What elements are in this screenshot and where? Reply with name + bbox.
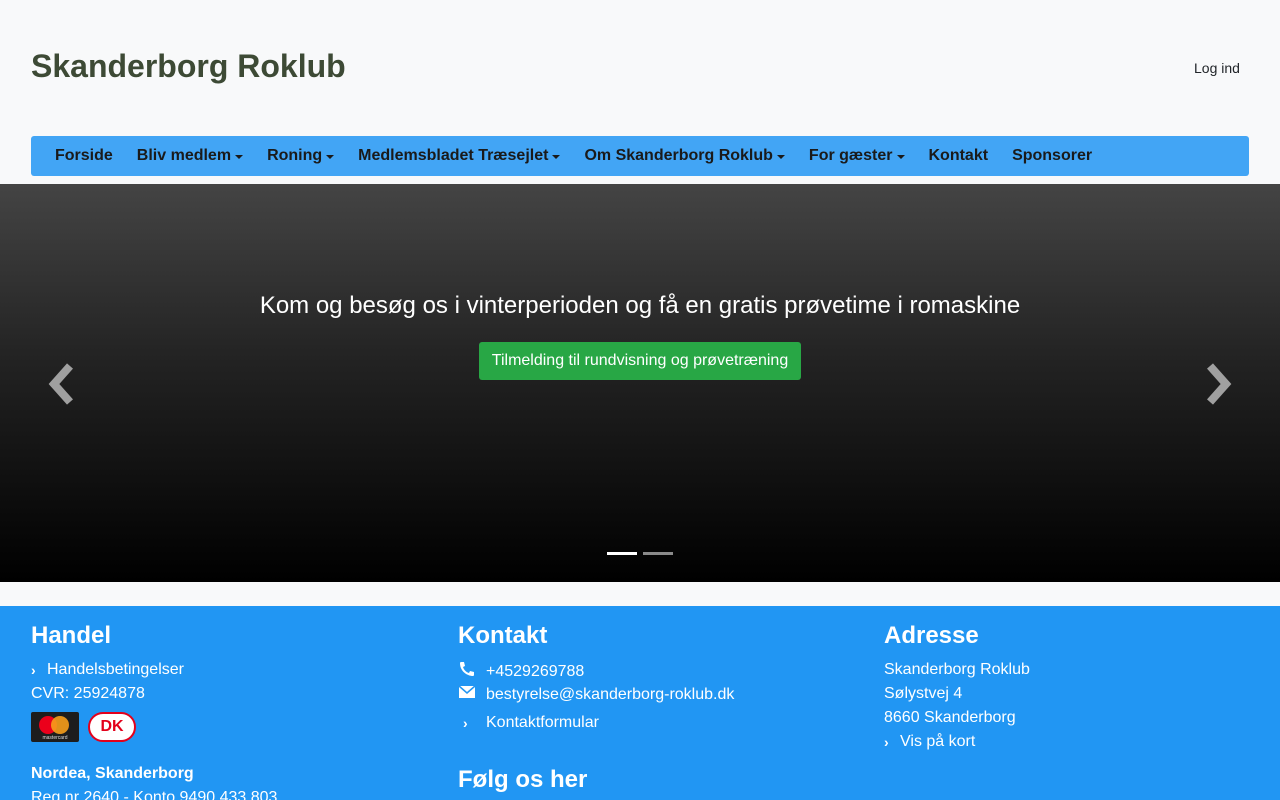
contact-form-link[interactable]: › Kontaktformular [458, 714, 599, 732]
hero-carousel: Kom og besøg os i vinterperioden og få e… [0, 184, 1280, 582]
nav-item-bliv-medlem[interactable]: Bliv medlem [125, 147, 255, 165]
nav-item-om-roklub[interactable]: Om Skanderborg Roklub [572, 147, 796, 165]
caret-down-icon [552, 155, 561, 159]
contact-form-label: Kontaktformular [486, 714, 599, 731]
nav-item-label: Forside [55, 147, 113, 164]
bank-name: Nordea, Skanderborg [31, 765, 194, 782]
nav-item-label: Sponsorer [1012, 147, 1093, 164]
footer-heading-adresse: Adresse [884, 622, 979, 649]
phone-number: +4529269788 [486, 662, 585, 680]
nav-item-label: For gæster [808, 147, 893, 164]
caret-down-icon [326, 155, 335, 159]
site-title[interactable]: Skanderborg Roklub [31, 48, 346, 85]
caret-down-icon [896, 155, 905, 159]
address-city: 8660 Skanderborg [884, 709, 1016, 726]
chevron-right-icon: › [31, 662, 36, 678]
nav-item-medlemsbladet[interactable]: Medlemsbladet Træsejlet [346, 147, 572, 165]
email-address: bestyrelse@skanderborg-roklub.dk [486, 685, 735, 703]
nav-item-label: Medlemsbladet Træsejlet [358, 147, 549, 164]
nav-item-label: Roning [267, 147, 323, 164]
footer-heading-handel: Handel [31, 622, 112, 649]
caret-down-icon [235, 155, 244, 159]
nav-item-sponsorer[interactable]: Sponsorer [1000, 147, 1104, 165]
main-navbar: Forside Bliv medlem Roning Medlemsbladet… [31, 136, 1249, 176]
map-link-label: Vis på kort [900, 733, 976, 750]
carousel-indicator-2[interactable] [643, 552, 673, 555]
site-footer: Handel › Handelsbetingelser CVR: 2592487… [0, 606, 1280, 800]
chevron-left-icon[interactable] [44, 362, 84, 406]
carousel-indicator-1[interactable] [607, 552, 637, 555]
email-link[interactable]: bestyrelse@skanderborg-roklub.dk [458, 685, 734, 704]
mastercard-wordmark: mastercard [42, 735, 68, 741]
nav-item-roning[interactable]: Roning [255, 147, 346, 165]
nav-item-kontakt[interactable]: Kontakt [917, 147, 1001, 165]
nav-item-label: Om Skanderborg Roklub [584, 147, 773, 164]
nav-item-for-gaester[interactable]: For gæster [797, 147, 917, 165]
phone-icon [458, 661, 486, 682]
cvr-text: CVR: 25924878 [31, 685, 145, 702]
login-button[interactable]: Log ind [1185, 55, 1249, 81]
envelope-icon [458, 685, 486, 704]
caret-down-icon [776, 155, 785, 159]
payment-cards: mastercard DK [31, 712, 136, 742]
footer-heading-follow: Følg os her [458, 766, 588, 793]
address-name: Skanderborg Roklub [884, 661, 1030, 678]
nav-item-forside[interactable]: Forside [43, 147, 125, 165]
mastercard-logo: mastercard [31, 712, 79, 742]
terms-link-label: Handelsbetingelser [47, 661, 184, 678]
chevron-right-icon: › [884, 734, 889, 750]
nav-item-label: Bliv medlem [136, 147, 232, 164]
signup-tour-button[interactable]: Tilmelding til rundvisning og prøvetræni… [479, 342, 801, 380]
carousel-caption: Kom og besøg os i vinterperioden og få e… [259, 292, 1021, 319]
chevron-right-icon: › [463, 715, 468, 731]
phone-link[interactable]: +4529269788 [458, 661, 584, 682]
chevron-right-icon[interactable] [1196, 362, 1236, 406]
address-street: Sølystvej 4 [884, 685, 963, 702]
bank-account: Reg.nr 2640 - Konto 9490 433 803 [31, 789, 278, 800]
map-link[interactable]: › Vis på kort [884, 733, 975, 751]
dankort-logo: DK [88, 712, 136, 742]
footer-heading-kontakt: Kontakt [458, 622, 548, 649]
nav-item-label: Kontakt [928, 147, 989, 164]
terms-link[interactable]: › Handelsbetingelser [31, 661, 184, 679]
